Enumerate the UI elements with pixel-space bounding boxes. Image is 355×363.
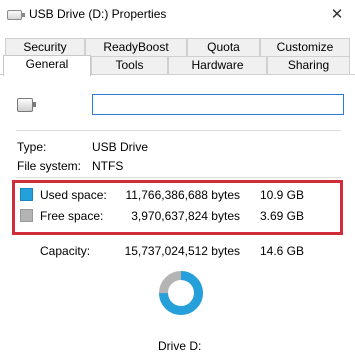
usb-drive-icon bbox=[7, 10, 25, 20]
highlight-box bbox=[12, 180, 343, 235]
tab-security[interactable]: Security bbox=[5, 38, 85, 56]
disk-usage-chart bbox=[159, 271, 203, 315]
file-system-label: File system: bbox=[17, 159, 82, 173]
tab-sharing[interactable]: Sharing bbox=[267, 56, 350, 74]
tab-general[interactable]: General bbox=[3, 55, 91, 76]
tab-customize[interactable]: Customize bbox=[260, 38, 350, 56]
file-system-value: NTFS bbox=[92, 159, 124, 173]
separator bbox=[16, 177, 341, 178]
close-button[interactable]: ✕ bbox=[327, 6, 347, 24]
drive-name-input[interactable] bbox=[92, 94, 344, 115]
tab-row-top: Security ReadyBoost Quota Customize bbox=[0, 38, 355, 56]
capacity-label: Capacity: bbox=[40, 244, 91, 258]
tab-row-bottom: General Tools Hardware Sharing bbox=[0, 55, 355, 76]
drive-icon bbox=[17, 98, 36, 113]
window-title: USB Drive (D:) Properties bbox=[29, 7, 167, 21]
separator bbox=[16, 130, 341, 131]
title-bar: USB Drive (D:) Properties ✕ bbox=[0, 0, 355, 32]
tab-readyboost[interactable]: ReadyBoost bbox=[85, 38, 187, 56]
tab-quota[interactable]: Quota bbox=[187, 38, 260, 56]
type-value: USB Drive bbox=[92, 140, 149, 154]
capacity-size: 14.6 GB bbox=[259, 244, 304, 258]
tab-tools[interactable]: Tools bbox=[91, 56, 168, 74]
drive-label: Drive D: bbox=[158, 339, 202, 353]
type-label: Type: bbox=[17, 140, 47, 154]
tab-hardware[interactable]: Hardware bbox=[168, 56, 267, 74]
capacity-bytes: 15,737,024,512 bytes bbox=[124, 244, 240, 258]
